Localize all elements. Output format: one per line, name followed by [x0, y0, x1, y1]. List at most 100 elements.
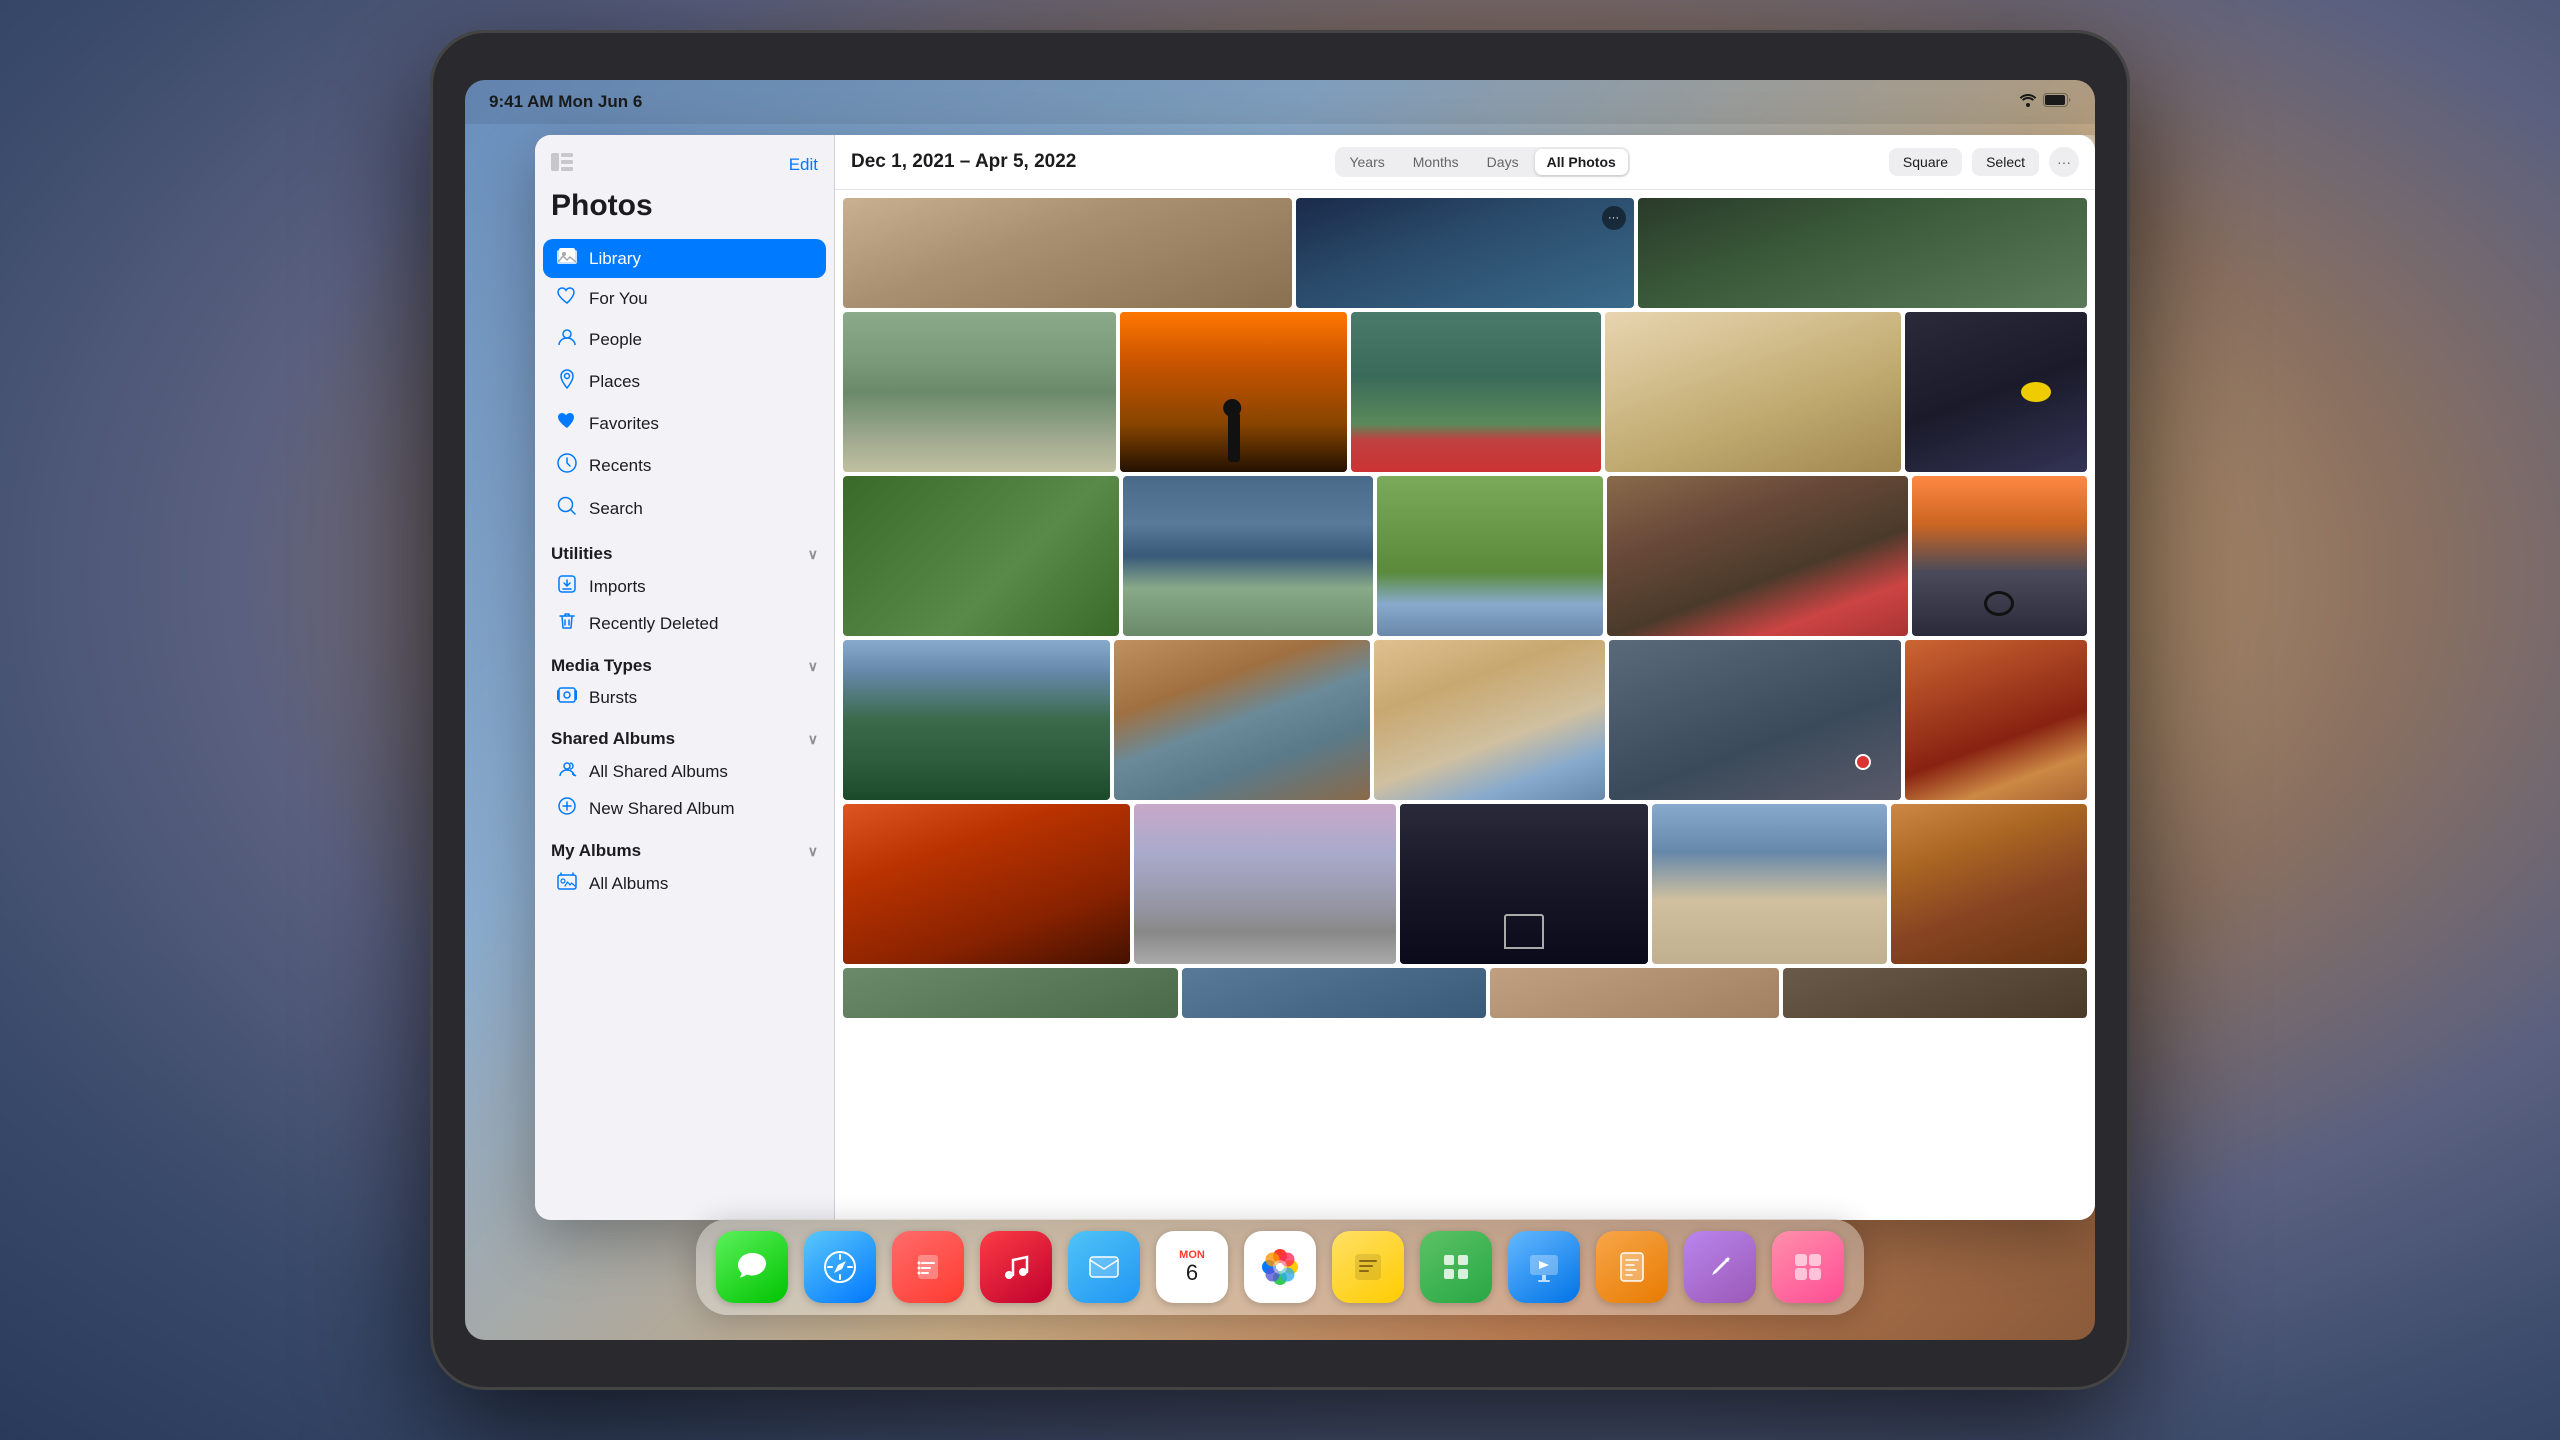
view-all-photos-btn[interactable]: All Photos — [1535, 149, 1628, 175]
dock-safari[interactable] — [804, 1231, 876, 1303]
library-label: Library — [589, 249, 641, 269]
search-label: Search — [589, 499, 643, 519]
battery-icon — [2043, 93, 2071, 112]
more-button[interactable]: ··· — [2049, 147, 2079, 177]
photo-cell-3-2[interactable] — [1114, 640, 1369, 800]
dock-notes[interactable] — [1332, 1231, 1404, 1303]
media-types-section-header[interactable]: Media Types ∨ — [535, 642, 834, 680]
dock-photos[interactable] — [1244, 1231, 1316, 1303]
sidebar-item-for-you[interactable]: For You — [543, 278, 826, 319]
photo-row-3 — [843, 640, 2087, 800]
edit-button[interactable]: Edit — [789, 155, 818, 175]
photo-cell-2-3[interactable] — [1377, 476, 1603, 636]
all-shared-icon — [555, 760, 579, 783]
view-years-btn[interactable]: Years — [1337, 149, 1396, 175]
people-icon — [555, 328, 579, 351]
sidebar-item-all-shared-albums[interactable]: All Shared Albums — [543, 753, 826, 790]
photo-cell-3-4[interactable] — [1609, 640, 1901, 800]
library-icon — [555, 248, 579, 269]
dock-numbers[interactable] — [1420, 1231, 1492, 1303]
my-albums-section-header[interactable]: My Albums ∨ — [535, 827, 834, 865]
favorites-icon — [555, 412, 579, 435]
utilities-label: Utilities — [551, 544, 612, 564]
dock: MON 6 — [696, 1219, 1864, 1315]
dock-overflow[interactable] — [1772, 1231, 1844, 1303]
places-icon — [555, 369, 579, 394]
photo-cell-2-4[interactable] — [1607, 476, 1908, 636]
photo-cell-3-1[interactable] — [843, 640, 1110, 800]
all-albums-icon — [555, 872, 579, 895]
photo-cell-1-3[interactable] — [1351, 312, 1601, 472]
photo-cell-2-2[interactable] — [1123, 476, 1374, 636]
photo-cell-1-2[interactable] — [1120, 312, 1347, 472]
photo-cell-5-3[interactable] — [1490, 968, 1779, 1018]
photo-cell-3-3[interactable] — [1374, 640, 1605, 800]
photo-cell-4-3[interactable] — [1400, 804, 1648, 964]
favorites-label: Favorites — [589, 414, 659, 434]
date-range: Dec 1, 2021 – Apr 5, 2022 — [851, 151, 1076, 173]
my-albums-chevron: ∨ — [808, 843, 818, 860]
all-albums-label: All Albums — [589, 874, 668, 894]
photo-cell-5-1[interactable] — [843, 968, 1178, 1018]
imports-icon — [555, 575, 579, 598]
dock-reminders[interactable] — [892, 1231, 964, 1303]
photo-cell-t2[interactable]: ··· — [1296, 198, 1633, 308]
photo-cell-t3[interactable] — [1638, 198, 2087, 308]
recently-deleted-label: Recently Deleted — [589, 614, 718, 634]
photo-cell-1-4[interactable] — [1605, 312, 1901, 472]
view-months-btn[interactable]: Months — [1401, 149, 1471, 175]
photo-cell-2-1[interactable] — [843, 476, 1119, 636]
sidebar-item-places[interactable]: Places — [543, 360, 826, 403]
dock-messages[interactable] — [716, 1231, 788, 1303]
people-label: People — [589, 330, 642, 350]
bursts-label: Bursts — [589, 688, 637, 708]
right-controls: Square Select ··· — [1889, 147, 2079, 177]
sidebar-item-recently-deleted[interactable]: Recently Deleted — [543, 605, 826, 642]
utilities-section-header[interactable]: Utilities ∨ — [535, 530, 834, 568]
bursts-icon — [555, 687, 579, 708]
photo-cell-4-5[interactable] — [1891, 804, 2087, 964]
shared-albums-label: Shared Albums — [551, 729, 675, 749]
sidebar-title: Photos — [535, 185, 834, 239]
sidebar-item-search[interactable]: Search — [543, 487, 826, 530]
main-content: Dec 1, 2021 – Apr 5, 2022 Years Months D… — [835, 135, 2095, 1220]
imports-label: Imports — [589, 577, 646, 597]
sidebar-item-people[interactable]: People — [543, 319, 826, 360]
select-button[interactable]: Select — [1972, 148, 2039, 176]
dock-mail[interactable] — [1068, 1231, 1140, 1303]
photo-cell-t1[interactable] — [843, 198, 1292, 308]
status-icons — [2019, 93, 2071, 112]
status-time: 9:41 AM Mon Jun 6 — [489, 92, 642, 112]
photo-cell-4-2[interactable] — [1134, 804, 1395, 964]
sidebar-header: Edit — [535, 135, 834, 185]
ipad-screen: 9:41 AM Mon Jun 6 — [465, 80, 2095, 1340]
dock-calendar[interactable]: MON 6 — [1156, 1231, 1228, 1303]
photo-cell-4-4[interactable] — [1652, 804, 1887, 964]
photo-cell-5-2[interactable] — [1182, 968, 1486, 1018]
photo-cell-4-1[interactable] — [843, 804, 1130, 964]
sidebar-item-recents[interactable]: Recents — [543, 444, 826, 487]
photo-cell-5-4[interactable] — [1783, 968, 2087, 1018]
photo-cell-1-1[interactable] — [843, 312, 1116, 472]
sidebar-toggle-icon[interactable] — [551, 153, 573, 177]
sidebar-item-library[interactable]: Library — [543, 239, 826, 278]
dock-music[interactable] — [980, 1231, 1052, 1303]
shared-albums-section-header[interactable]: Shared Albums ∨ — [535, 715, 834, 753]
photo-cell-3-5[interactable] — [1905, 640, 2087, 800]
for-you-icon — [555, 287, 579, 310]
new-shared-album-label: New Shared Album — [589, 799, 735, 819]
dock-keynote[interactable] — [1508, 1231, 1580, 1303]
all-shared-albums-label: All Shared Albums — [589, 762, 728, 782]
view-days-btn[interactable]: Days — [1475, 149, 1531, 175]
square-button[interactable]: Square — [1889, 148, 1962, 176]
dock-procreate[interactable] — [1684, 1231, 1756, 1303]
sidebar-item-all-albums[interactable]: All Albums — [543, 865, 826, 902]
photo-cell-1-5[interactable] — [1905, 312, 2087, 472]
sidebar-item-bursts[interactable]: Bursts — [543, 680, 826, 715]
sidebar-item-new-shared-album[interactable]: New Shared Album — [543, 790, 826, 827]
sidebar-item-favorites[interactable]: Favorites — [543, 403, 826, 444]
photo-cell-2-5[interactable] — [1912, 476, 2087, 636]
dock-pages[interactable] — [1596, 1231, 1668, 1303]
new-shared-album-icon — [555, 797, 579, 820]
sidebar-item-imports[interactable]: Imports — [543, 568, 826, 605]
